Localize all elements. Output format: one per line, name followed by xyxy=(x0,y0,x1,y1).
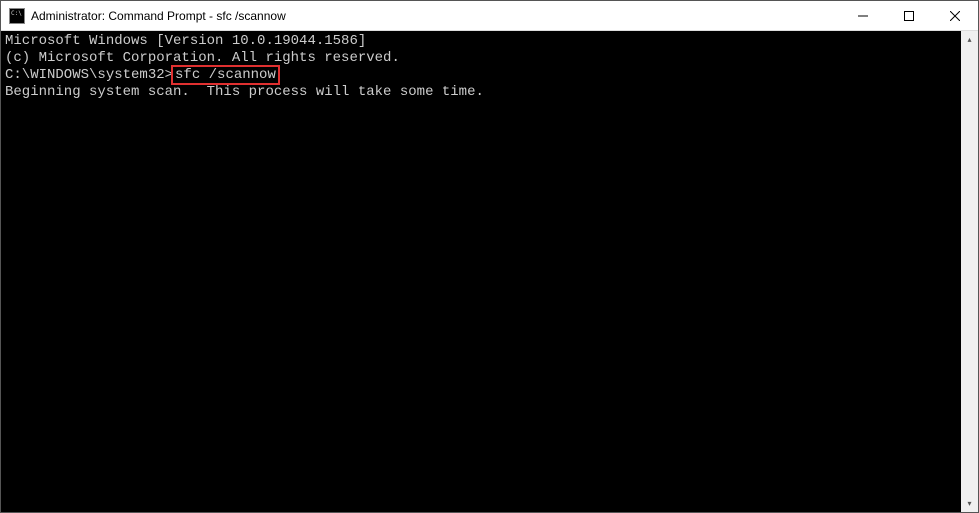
titlebar[interactable]: Administrator: Command Prompt - sfc /sca… xyxy=(1,1,978,31)
minimize-button[interactable] xyxy=(840,1,886,30)
scroll-down-button[interactable]: ▾ xyxy=(961,495,978,512)
command-line: C:\WINDOWS\system32>sfc /scannow xyxy=(5,67,957,84)
terminal-area: Microsoft Windows [Version 10.0.19044.15… xyxy=(1,31,978,512)
close-button[interactable] xyxy=(932,1,978,30)
window-title: Administrator: Command Prompt - sfc /sca… xyxy=(31,9,840,23)
command-prompt-window: Administrator: Command Prompt - sfc /sca… xyxy=(0,0,979,513)
cmd-icon xyxy=(9,8,25,24)
prompt-text: C:\WINDOWS\system32> xyxy=(5,67,173,83)
copyright-line: (c) Microsoft Corporation. All rights re… xyxy=(5,50,957,67)
version-line: Microsoft Windows [Version 10.0.19044.15… xyxy=(5,33,957,50)
window-controls xyxy=(840,1,978,30)
command-highlight: sfc /scannow xyxy=(171,65,280,85)
terminal-content[interactable]: Microsoft Windows [Version 10.0.19044.15… xyxy=(1,31,961,512)
scrollbar[interactable]: ▴ ▾ xyxy=(961,31,978,512)
status-line: Beginning system scan. This process will… xyxy=(5,84,957,101)
scroll-track[interactable] xyxy=(961,48,978,495)
scroll-up-button[interactable]: ▴ xyxy=(961,31,978,48)
maximize-button[interactable] xyxy=(886,1,932,30)
